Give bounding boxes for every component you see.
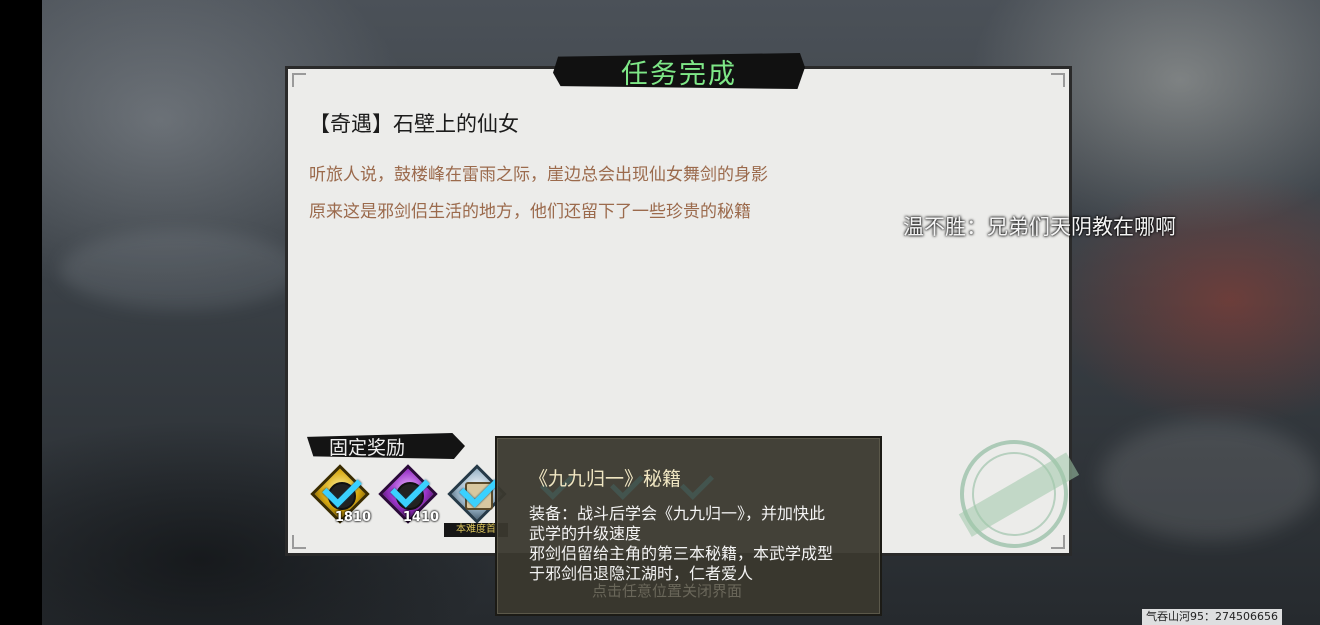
chat-message: 温不胜：兄弟们天阴教在哪啊 [903, 215, 1176, 239]
left-black-bar [0, 0, 42, 625]
tooltip-line: 武学的升级速度 [529, 524, 642, 543]
title-banner: 任务完成 [553, 53, 805, 89]
quest-name: 【奇遇】石壁上的仙女 [309, 112, 519, 136]
panel-corner [1051, 73, 1065, 87]
item-tooltip[interactable]: 《九九归一》秘籍 装备：战斗后学会《九九归一》，并加快此 武学的升级速度 邪剑侣… [495, 436, 882, 616]
watermark: 气吞山河95：274506656 [1142, 609, 1282, 625]
quest-description-line: 原来这是邪剑侣生活的地方，他们还留下了一些珍贵的秘籍 [309, 202, 751, 222]
reward-header-label: 固定奖励 [329, 437, 406, 459]
tooltip-line: 装备：战斗后学会《九九归一》，并加快此 [529, 504, 826, 523]
quest-description-line: 听旅人说，鼓楼峰在雷雨之际，崖边总会出现仙女舞剑的身影 [309, 165, 768, 185]
tooltip-title: 《九九归一》秘籍 [529, 468, 682, 490]
mist-cloud [60, 230, 300, 310]
item-count: 1810 [334, 510, 371, 525]
item-count: 1410 [402, 510, 439, 525]
close-hint: 点击任意位置关闭界面 [592, 582, 743, 600]
reward-header: 固定奖励 [307, 433, 465, 459]
tooltip-line: 邪剑侣留给主角的第三本秘籍，本武学成型 [529, 544, 834, 563]
reward-item-purple[interactable]: 1410 [378, 464, 439, 525]
tooltip-body: 装备：战斗后学会《九九归一》，并加快此 武学的升级速度 邪剑侣留给主角的第三本秘… [529, 504, 869, 584]
mist-cloud [1100, 420, 1320, 540]
title-text: 任务完成 [621, 58, 737, 90]
panel-corner [1051, 535, 1065, 549]
panel-corner [292, 535, 306, 549]
panel-corner [292, 73, 306, 87]
check-icon [680, 466, 714, 500]
reward-item-gold[interactable]: 1810 [310, 464, 371, 525]
